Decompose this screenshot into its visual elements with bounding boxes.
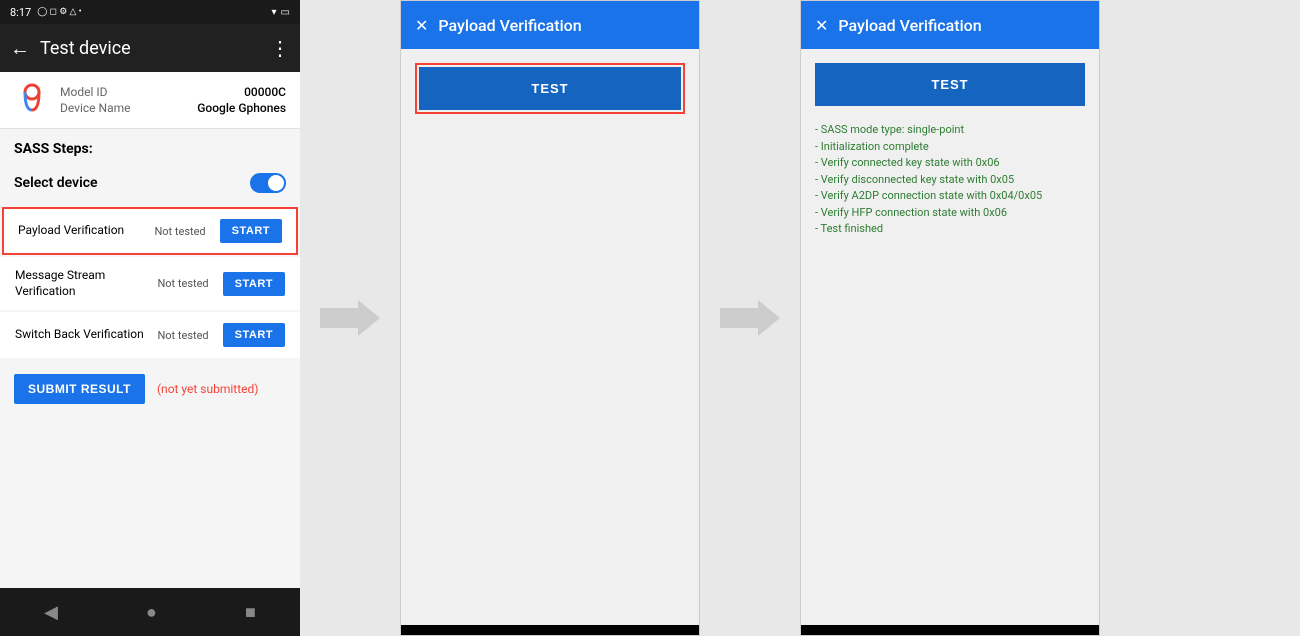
nav-back-button[interactable]: ◀	[44, 602, 58, 623]
arrow-right-icon-2	[720, 300, 780, 336]
arrow-2	[700, 0, 800, 636]
dialog-title-2: Payload Verification	[838, 16, 981, 35]
device-name-row: Device Name Google Gphones	[60, 101, 286, 115]
back-button[interactable]: ←	[10, 36, 30, 61]
step-name-0: Payload Verification	[18, 223, 146, 239]
step-status-1: Not tested	[157, 277, 208, 290]
status-bar-right: ▾ ▭	[272, 7, 290, 18]
step-start-button-2[interactable]: START	[223, 323, 285, 347]
steps-header: SASS Steps:	[0, 129, 300, 165]
test-button-2[interactable]: TEST	[815, 63, 1085, 106]
result-line-2: - Verify connected key state with 0x06	[815, 155, 1085, 172]
step-name-1: Message Stream Verification	[15, 268, 149, 299]
dialog-title-bar-1: ✕ Payload Verification	[401, 1, 699, 49]
model-id-row: Model ID 00000C	[60, 85, 286, 99]
model-id-value: 00000C	[244, 85, 286, 99]
dialog-panel-1: ✕ Payload Verification TEST	[400, 0, 700, 636]
dialog-title-1: Payload Verification	[438, 16, 581, 35]
select-device-label: Select device	[14, 175, 98, 191]
dialog-bottom-bar-2	[801, 625, 1099, 635]
model-id-label: Model ID	[60, 85, 107, 99]
status-bar: 8:17 ◯ ◻ ⚙ △ • ▾ ▭	[0, 0, 300, 24]
battery-icon: ▭	[281, 7, 290, 18]
step-item-0: Payload Verification Not tested START	[2, 207, 298, 255]
device-name-value: Google Gphones	[197, 101, 286, 115]
app-bar: ← Test device ⋮	[0, 24, 300, 72]
select-device-toggle[interactable]	[250, 173, 286, 193]
result-line-6: - Test finished	[815, 221, 1085, 238]
dialog-panel-2: ✕ Payload Verification TEST - SASS mode …	[800, 0, 1100, 636]
arrow-right-icon-1	[320, 300, 380, 336]
steps-list: Payload Verification Not tested START Me…	[0, 207, 300, 360]
test-btn-container-1: TEST	[415, 63, 685, 114]
step-status-0: Not tested	[154, 225, 205, 238]
step-item-1: Message Stream Verification Not tested S…	[0, 257, 300, 310]
app-title: Test device	[40, 38, 260, 59]
device-info-section: Model ID 00000C Device Name Google Gphon…	[0, 72, 300, 129]
nav-recent-button[interactable]: ■	[245, 602, 256, 623]
test-button-1[interactable]: TEST	[419, 67, 681, 110]
step-start-button-0[interactable]: START	[220, 219, 282, 243]
status-time: 8:17	[10, 6, 31, 19]
wifi-icon: ▾	[272, 7, 277, 18]
submit-result-button[interactable]: SUBMIT RESULT	[14, 374, 145, 404]
step-start-button-1[interactable]: START	[223, 272, 285, 296]
dialog-bottom-bar-1	[401, 625, 699, 635]
status-icons-left: ◯ ◻ ⚙ △ •	[37, 7, 82, 17]
arrow-1	[300, 0, 400, 636]
select-device-row: Select device	[0, 165, 300, 201]
result-line-3: - Verify disconnected key state with 0x0…	[815, 172, 1085, 189]
step-item-2: Switch Back Verification Not tested STAR…	[0, 312, 300, 358]
phone-panel: 8:17 ◯ ◻ ⚙ △ • ▾ ▭ ← Test device ⋮ Model…	[0, 0, 300, 636]
device-logo-icon	[14, 82, 50, 118]
results-list: - SASS mode type: single-point- Initiali…	[815, 122, 1085, 238]
nav-home-button[interactable]: ●	[146, 602, 157, 623]
submit-row: SUBMIT RESULT (not yet submitted)	[0, 360, 300, 418]
result-line-5: - Verify HFP connection state with 0x06	[815, 205, 1085, 222]
dialog-body-results: TEST - SASS mode type: single-point- Ini…	[801, 49, 1099, 625]
device-name-label: Device Name	[60, 101, 131, 115]
submit-status: (not yet submitted)	[157, 382, 259, 396]
device-details: Model ID 00000C Device Name Google Gphon…	[60, 85, 286, 115]
result-line-1: - Initialization complete	[815, 139, 1085, 156]
steps-section: SASS Steps: Select device Payload Verifi…	[0, 129, 300, 588]
nav-bar: ◀ ● ■	[0, 588, 300, 636]
result-line-0: - SASS mode type: single-point	[815, 122, 1085, 139]
result-line-4: - Verify A2DP connection state with 0x04…	[815, 188, 1085, 205]
dialog-close-button-2[interactable]: ✕	[815, 16, 828, 35]
dialog-title-bar-2: ✕ Payload Verification	[801, 1, 1099, 49]
step-status-2: Not tested	[157, 329, 208, 342]
more-menu-button[interactable]: ⋮	[270, 36, 290, 60]
step-name-2: Switch Back Verification	[15, 327, 149, 343]
dialog-body-1: TEST	[401, 49, 699, 625]
dialog-close-button-1[interactable]: ✕	[415, 16, 428, 35]
status-bar-left: 8:17 ◯ ◻ ⚙ △ •	[10, 6, 82, 19]
